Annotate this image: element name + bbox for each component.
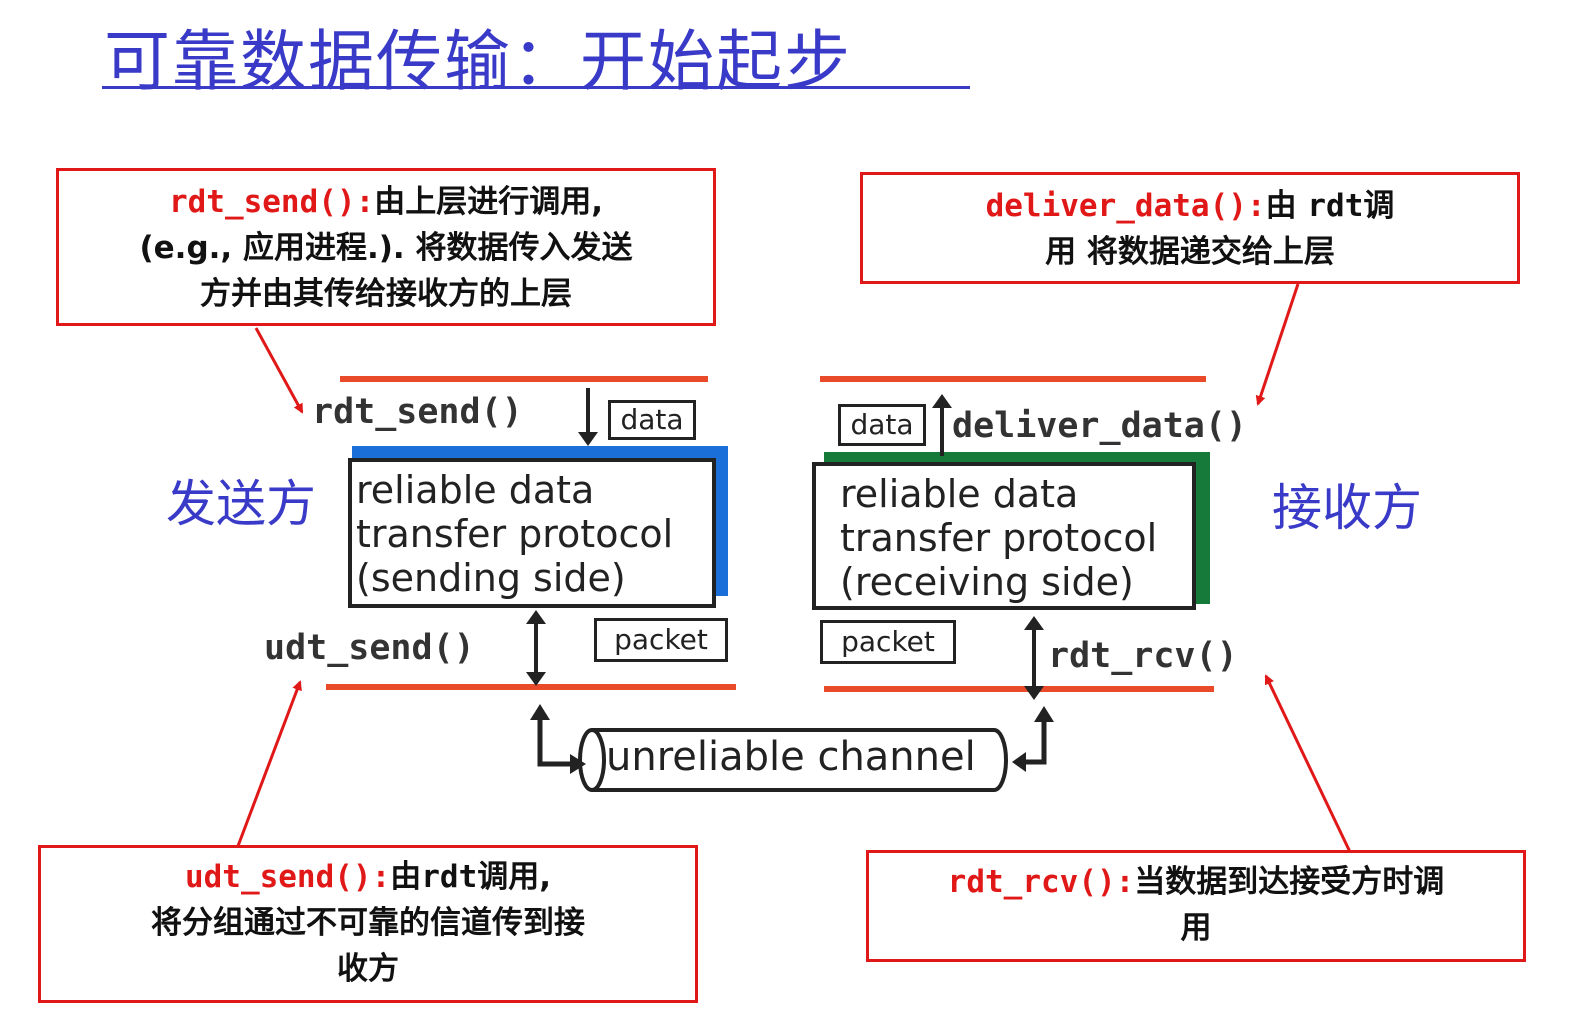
receiver-protocol-line2: transfer protocol — [840, 516, 1158, 560]
receiver-protocol-box: reliable data transfer protocol (receivi… — [812, 462, 1196, 610]
callout-rdt-rcv-line2: 用 — [1180, 910, 1212, 946]
callout-udt-send-text1a: 由 — [390, 859, 422, 895]
pointer-udt-send — [236, 680, 302, 847]
pointer-rdt-rcv — [1264, 674, 1352, 853]
callout-udt-send-line3: 收方 — [337, 951, 399, 987]
callout-udt-send-text1c: 调用, — [477, 859, 552, 895]
callout-rdt-send-fn: rdt_send(): — [168, 184, 375, 220]
sender-upper-layer-line — [340, 376, 708, 382]
callout-deliver-data-line1: deliver_data():由 rdt调 — [863, 183, 1517, 229]
rdt-send-arrow — [578, 388, 598, 446]
callout-udt-send-fn: udt_send(): — [184, 859, 391, 895]
callout-rdt-send-line3: 方并由其传给接收方的上层 — [200, 276, 572, 312]
sender-protocol-line1: reliable data — [356, 468, 595, 512]
callout-rdt-rcv-line1: rdt_rcv():当数据到达接受方时调 — [869, 859, 1523, 905]
sender-label: 发送方 — [166, 475, 316, 533]
sender-lower-layer-line — [326, 684, 736, 690]
callout-udt-send-rdt: rdt — [421, 859, 478, 895]
callout-rdt-rcv: rdt_rcv():当数据到达接受方时调 用 — [866, 850, 1526, 962]
callout-rdt-send: rdt_send():由上层进行调用, (e.g., 应用进程.). 将数据传入… — [56, 168, 716, 326]
callout-deliver-data-text1c: 调 — [1363, 188, 1395, 224]
callout-udt-send-line1: udt_send():由rdt调用, — [41, 854, 695, 900]
receiver-protocol-line1: reliable data — [840, 472, 1079, 516]
callout-deliver-data: deliver_data():由 rdt调 用 将数据递交给上层 — [860, 172, 1520, 284]
channel-left-connector — [530, 704, 586, 774]
sender-protocol-line2: transfer protocol — [356, 512, 674, 556]
receiver-protocol-line3: (receiving side) — [840, 560, 1134, 604]
receiver-deliver-data-label: deliver_data() — [952, 406, 1248, 446]
sender-udt-send-label: udt_send() — [264, 628, 475, 668]
channel-right-connector — [1012, 706, 1054, 772]
callout-rdt-rcv-fn: rdt_rcv(): — [947, 864, 1135, 900]
callout-deliver-data-text1a: 由 — [1265, 188, 1308, 224]
receiver-data-tag: data — [838, 404, 926, 446]
udt-send-double-arrow — [526, 610, 546, 686]
pointer-deliver-data — [1255, 283, 1300, 406]
receiver-packet-tag: packet — [820, 620, 956, 664]
receiver-rdt-rcv-label: rdt_rcv() — [1048, 636, 1238, 676]
callout-rdt-send-line1: rdt_send():由上层进行调用, — [59, 179, 713, 225]
deliver-data-arrow — [932, 394, 952, 456]
callout-rdt-rcv-text1: 当数据到达接受方时调 — [1134, 864, 1445, 900]
receiver-label: 接收方 — [1272, 479, 1422, 537]
receiver-upper-layer-line — [820, 376, 1206, 382]
callout-rdt-send-text1: 由上层进行调用, — [374, 184, 604, 220]
callout-rdt-send-line2: (e.g., 应用进程.). 将数据传入发送 — [139, 230, 633, 266]
callout-deliver-data-line2: 用 将数据递交给上层 — [1045, 234, 1335, 270]
title-underline — [102, 86, 970, 89]
channel-label: unreliable channel — [606, 734, 976, 780]
page-title: 可靠数据传输：开始起步 — [104, 23, 852, 100]
sender-protocol-line3: (sending side) — [356, 556, 626, 600]
receiver-lower-layer-line — [824, 686, 1214, 692]
pointer-rdt-send — [254, 327, 304, 414]
sender-packet-tag: packet — [594, 618, 728, 662]
callout-udt-send: udt_send():由rdt调用, 将分组通过不可靠的信道传到接 收方 — [38, 845, 698, 1003]
sender-protocol-box: reliable data transfer protocol (sending… — [348, 458, 716, 608]
sender-rdt-send-label: rdt_send() — [312, 392, 523, 432]
callout-deliver-data-fn: deliver_data(): — [985, 188, 1266, 224]
callout-udt-send-line2: 将分组通过不可靠的信道传到接 — [151, 905, 585, 941]
sender-data-tag: data — [608, 400, 696, 440]
callout-deliver-data-rdt: rdt — [1307, 188, 1364, 224]
